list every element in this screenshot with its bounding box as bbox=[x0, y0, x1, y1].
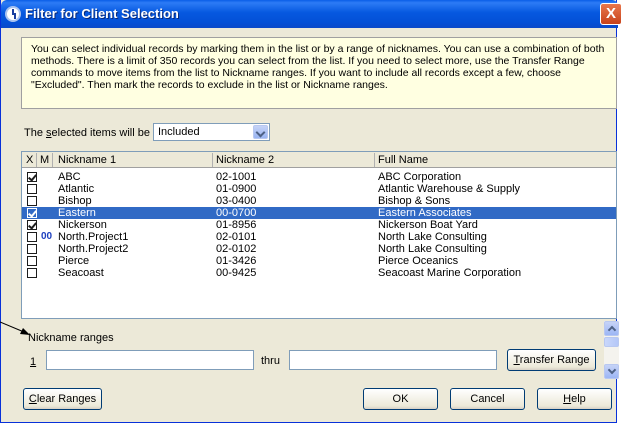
clear-ranges-button[interactable]: Clear Ranges bbox=[23, 388, 102, 410]
nickname2-cell: 01-0900 bbox=[216, 183, 257, 195]
table-row[interactable]: Eastern 00-0700 Eastern Associates bbox=[22, 207, 616, 219]
help-button[interactable]: Help bbox=[537, 388, 612, 410]
column-divider bbox=[52, 153, 53, 167]
selected-items-label: The selected items will be bbox=[24, 127, 150, 139]
nickname2-cell: 00-9425 bbox=[216, 267, 257, 279]
row-checkbox[interactable] bbox=[27, 256, 37, 266]
fullname-cell: ABC Corporation bbox=[378, 171, 462, 183]
column-header-nickname2[interactable]: Nickname 2 bbox=[216, 154, 274, 166]
list-header: X M Nickname 1 Nickname 2 Full Name bbox=[22, 152, 616, 168]
window-title: Filter for Client Selection bbox=[25, 6, 179, 21]
table-row[interactable]: Bishop 03-0400 Bishop & Sons bbox=[22, 195, 616, 207]
row-checkbox[interactable] bbox=[27, 196, 37, 206]
table-row[interactable]: ABC 02-1001 ABC Corporation bbox=[22, 171, 616, 183]
nickname-ranges-label: Nickname ranges bbox=[28, 332, 114, 344]
fullname-cell: Nickerson Boat Yard bbox=[378, 219, 478, 231]
nickname1-cell: North.Project2 bbox=[58, 243, 129, 255]
title-bar[interactable]: Filter for Client Selection X bbox=[1, 0, 621, 28]
select-value: Included bbox=[158, 126, 200, 138]
row-checkbox[interactable] bbox=[27, 172, 37, 182]
nickname1-cell: Seacoast bbox=[58, 267, 104, 279]
thru-label: thru bbox=[261, 355, 280, 367]
range-from-input[interactable] bbox=[46, 350, 254, 370]
nickname1-cell: North.Project1 bbox=[58, 231, 129, 243]
table-row[interactable]: Atlantic 01-0900 Atlantic Warehouse & Supp… bbox=[22, 183, 616, 195]
fullname-cell: North Lake Consulting bbox=[378, 243, 487, 255]
info-text: You can select individual records by mar… bbox=[21, 37, 617, 109]
scroll-down-icon[interactable] bbox=[604, 364, 619, 379]
range-to-input[interactable] bbox=[289, 350, 497, 370]
nickname-ranges-panel: Nickname ranges 1 thru Transfer Range bbox=[21, 319, 605, 379]
fullname-cell: Seacoast Marine Corporation bbox=[378, 267, 522, 279]
column-header-m[interactable]: M bbox=[40, 154, 49, 166]
include-exclude-select[interactable]: Included bbox=[153, 123, 270, 141]
column-divider bbox=[374, 153, 375, 167]
nickname1-cell: Eastern bbox=[58, 207, 96, 219]
column-divider bbox=[212, 153, 213, 167]
fullname-cell: Bishop & Sons bbox=[378, 195, 451, 207]
clock-icon bbox=[5, 6, 21, 22]
transfer-range-button[interactable]: Transfer Range bbox=[507, 349, 596, 371]
nickname2-cell: 02-0101 bbox=[216, 231, 257, 243]
nickname1-cell: Bishop bbox=[58, 195, 92, 207]
nickname2-cell: 01-3426 bbox=[216, 255, 257, 267]
fullname-cell: Eastern Associates bbox=[378, 207, 472, 219]
column-divider bbox=[36, 153, 37, 167]
chevron-down-icon[interactable] bbox=[253, 125, 268, 139]
ok-button[interactable]: OK bbox=[363, 388, 438, 410]
nickname1-cell: ABC bbox=[58, 171, 81, 183]
cancel-button[interactable]: Cancel bbox=[450, 388, 525, 410]
nickname2-cell: 02-1001 bbox=[216, 171, 257, 183]
fullname-cell: North Lake Consulting bbox=[378, 231, 487, 243]
close-button[interactable]: X bbox=[600, 3, 621, 25]
column-header-x[interactable]: X bbox=[26, 154, 33, 166]
nickname2-cell: 01-8956 bbox=[216, 219, 257, 231]
row-checkbox[interactable] bbox=[27, 268, 37, 278]
ranges-scrollbar[interactable] bbox=[604, 321, 619, 379]
row-checkbox[interactable] bbox=[27, 232, 37, 242]
row-checkbox[interactable] bbox=[27, 184, 37, 194]
nickname2-cell: 02-0102 bbox=[216, 243, 257, 255]
row-checkbox[interactable] bbox=[27, 208, 37, 218]
marker-icon: 00 bbox=[41, 231, 53, 242]
table-row[interactable]: Nickerson 01-8956 Nickerson Boat Yard bbox=[22, 219, 616, 231]
client-list[interactable]: X M Nickname 1 Nickname 2 Full Name ABC 0… bbox=[21, 151, 617, 319]
nickname1-cell: Pierce bbox=[58, 255, 90, 267]
scroll-thumb[interactable] bbox=[604, 337, 619, 347]
range-row-number: 1 bbox=[30, 356, 37, 368]
filter-dialog: Filter for Client Selection X You can se… bbox=[0, 0, 621, 423]
scroll-up-icon[interactable] bbox=[604, 321, 619, 336]
nickname1-cell: Atlantic bbox=[58, 183, 95, 195]
nickname2-cell: 00-0700 bbox=[216, 207, 257, 219]
table-row[interactable]: Pierce 01-3426 Pierce Oceanics bbox=[22, 255, 616, 267]
row-checkbox[interactable] bbox=[27, 220, 37, 230]
column-header-nickname1[interactable]: Nickname 1 bbox=[58, 154, 116, 166]
column-header-fullname[interactable]: Full Name bbox=[378, 154, 428, 166]
fullname-cell: Pierce Oceanics bbox=[378, 255, 459, 267]
fullname-cell: Atlantic Warehouse & Supply bbox=[378, 183, 521, 195]
nickname2-cell: 03-0400 bbox=[216, 195, 257, 207]
table-row[interactable]: Seacoast 00-9425 Seacoast Marine Corporati… bbox=[22, 267, 616, 279]
table-row[interactable]: 00 North.Project1 02-0101 North Lake Consul… bbox=[22, 231, 616, 243]
table-row[interactable]: North.Project2 02-0102 North Lake Consulti… bbox=[22, 243, 616, 255]
nickname1-cell: Nickerson bbox=[58, 219, 107, 231]
row-checkbox[interactable] bbox=[27, 244, 37, 254]
